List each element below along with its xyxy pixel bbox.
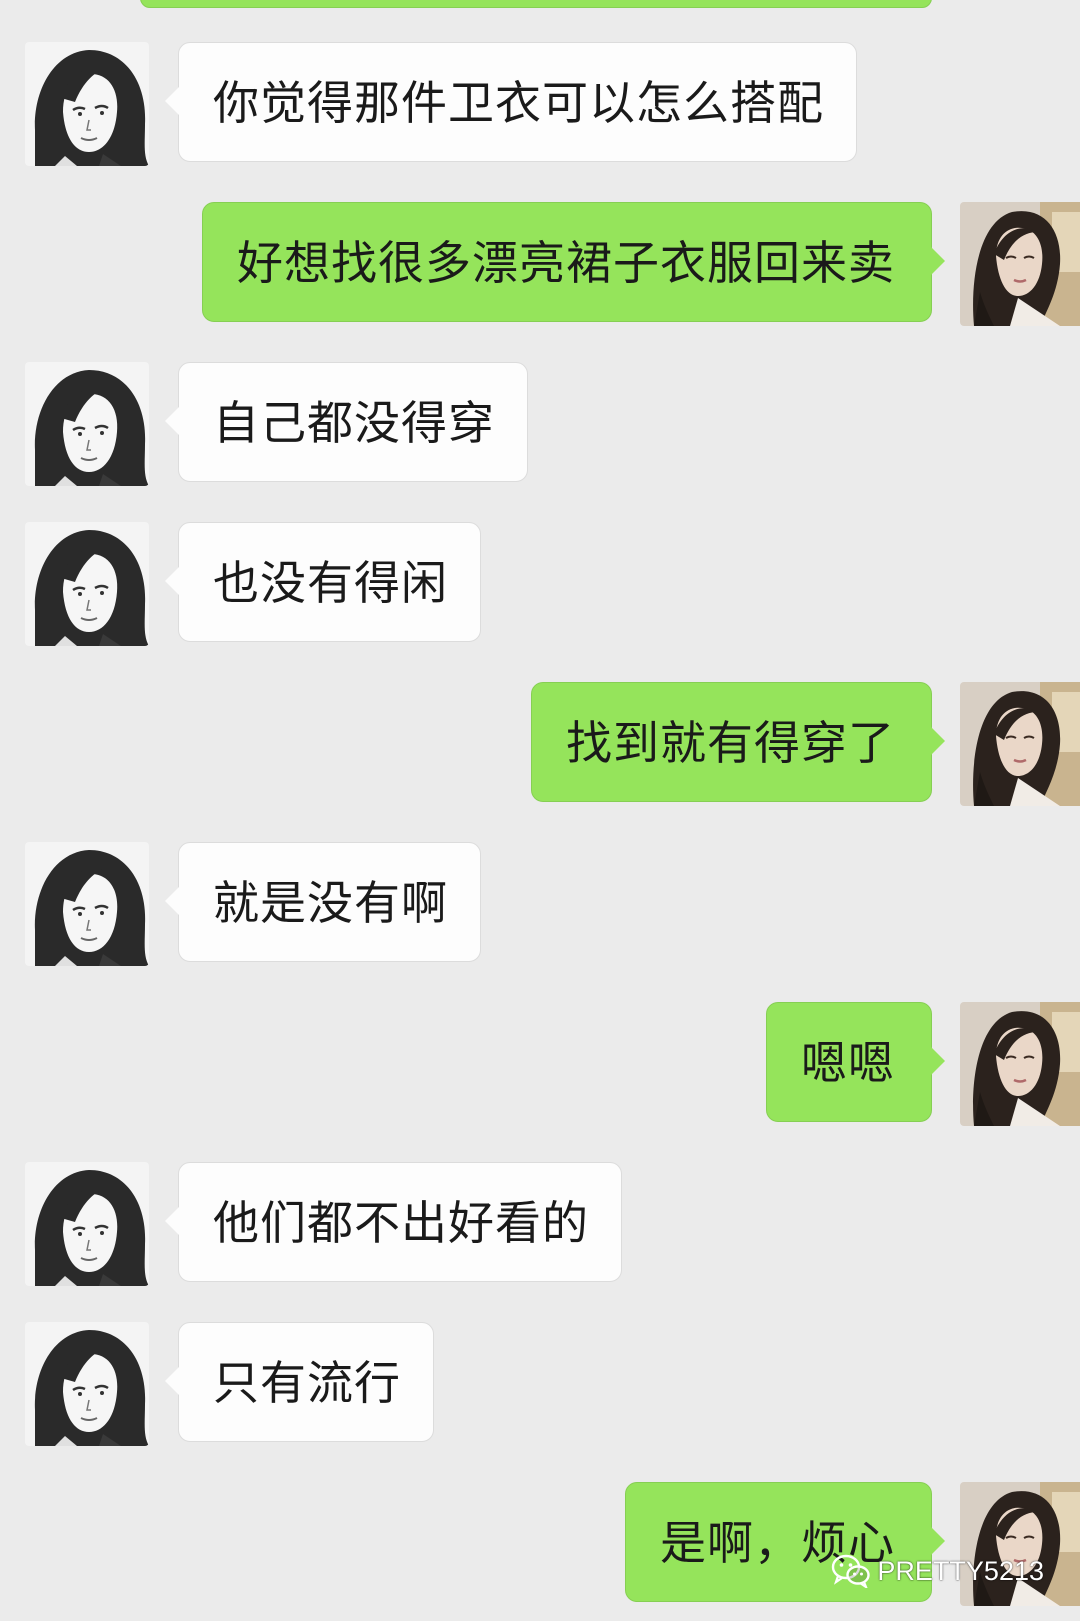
contact-avatar[interactable] [25, 362, 149, 486]
received-message-bubble[interactable]: 就是没有啊 [165, 842, 481, 962]
message-row: 好想找很多漂亮裙子衣服回来卖 [0, 202, 1080, 326]
message-row: 自己都没得穿 [0, 362, 1080, 486]
message-row: 只有流行 [0, 1322, 1080, 1446]
received-message-bubble[interactable]: 你觉得那件卫衣可以怎么搭配 [165, 42, 857, 162]
chat-area[interactable]: 你觉得那件卫衣可以怎么搭配 好想找很多漂亮裙子衣服回来卖 自己都没得穿 也没有得… [0, 0, 1080, 1621]
received-message-bubble[interactable]: 他们都不出好看的 [165, 1162, 622, 1282]
sent-message-bubble[interactable]: 找到就有得穿了 [531, 682, 945, 802]
message-row: 就是没有啊 [0, 842, 1080, 966]
self-avatar[interactable] [960, 1002, 1080, 1126]
contact-avatar[interactable] [25, 842, 149, 966]
received-message-bubble[interactable]: 只有流行 [165, 1322, 434, 1442]
message-row: 嗯嗯 [0, 1002, 1080, 1126]
watermark-text: PRETTY5213 [877, 1555, 1044, 1586]
message-row: 你觉得那件卫衣可以怎么搭配 [0, 42, 1080, 166]
previous-message-bubble[interactable] [140, 0, 932, 8]
self-avatar[interactable] [960, 202, 1080, 326]
message-row: 找到就有得穿了 [0, 682, 1080, 806]
received-message-bubble[interactable]: 自己都没得穿 [165, 362, 528, 482]
contact-avatar[interactable] [25, 1162, 149, 1286]
wechat-icon [832, 1554, 871, 1588]
sent-message-bubble[interactable]: 嗯嗯 [766, 1002, 945, 1122]
message-row: 也没有得闲 [0, 522, 1080, 646]
self-avatar[interactable] [960, 682, 1080, 806]
contact-avatar[interactable] [25, 42, 149, 166]
message-row: 他们都不出好看的 [0, 1162, 1080, 1286]
contact-avatar[interactable] [25, 1322, 149, 1446]
received-message-bubble[interactable]: 也没有得闲 [165, 522, 481, 642]
sent-message-bubble[interactable]: 好想找很多漂亮裙子衣服回来卖 [202, 202, 945, 322]
watermark: PRETTY5213 [831, 1551, 1044, 1591]
contact-avatar[interactable] [25, 522, 149, 646]
